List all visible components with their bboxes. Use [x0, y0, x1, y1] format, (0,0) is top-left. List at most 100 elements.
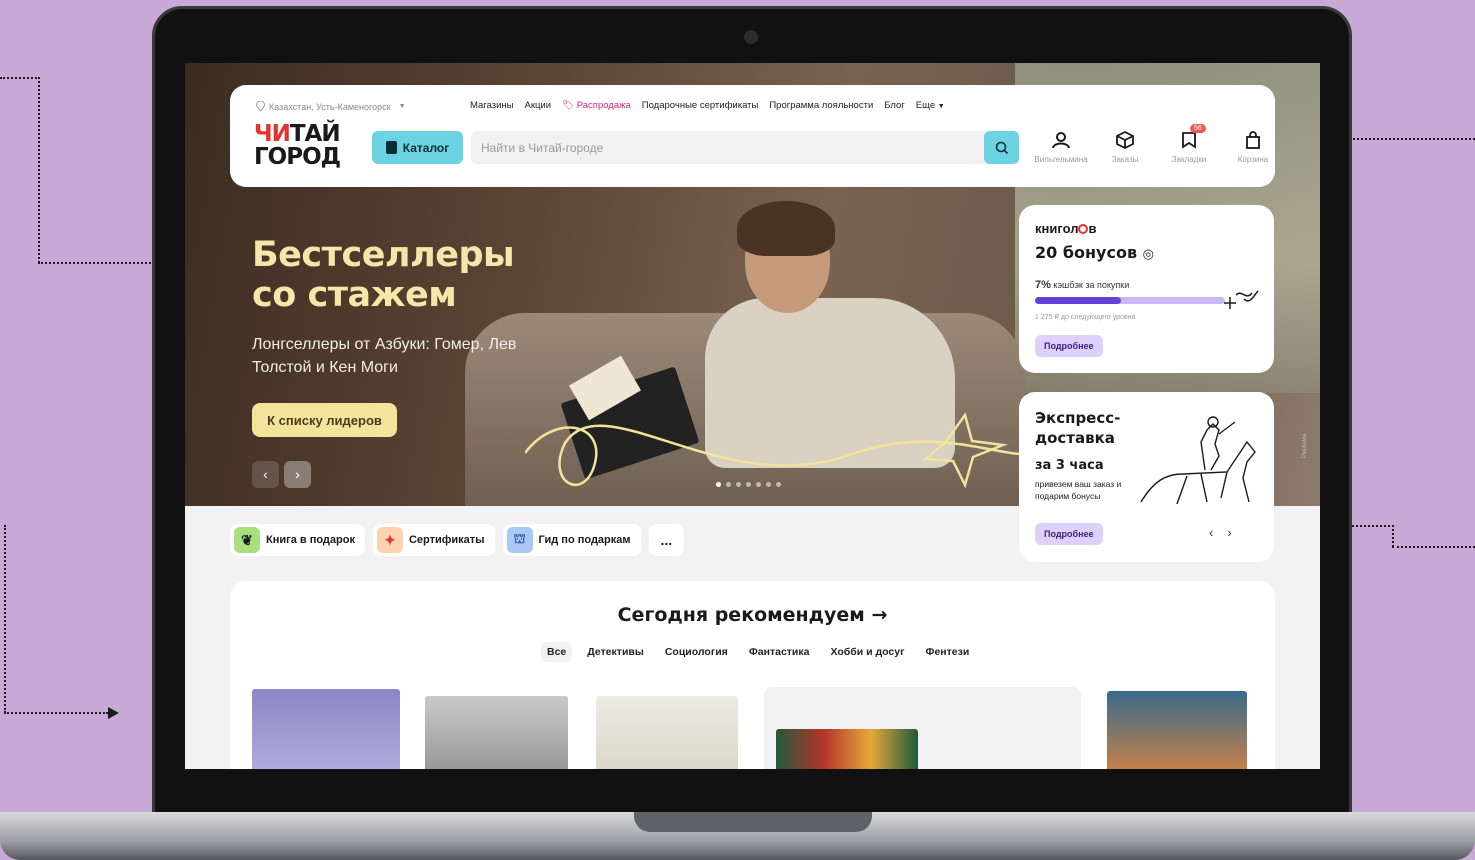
hero-subtitle: Лонгселлеры от Азбуки: Гомер, Лев Толсто… — [252, 336, 517, 376]
location-selector[interactable]: Казахстан, Усть-Каменогорск ▼ — [256, 101, 406, 112]
quick-links: ❦ Книга в подарок ✦ Сертификаты ⛫ Гид по… — [230, 524, 685, 556]
book-cover[interactable] — [1107, 691, 1247, 769]
bonus-progress-fill — [1035, 297, 1121, 304]
chip-gift-book[interactable]: ❦ Книга в подарок — [230, 524, 365, 556]
catalog-label: Каталог — [402, 140, 450, 155]
chip-gift-guide[interactable]: ⛫ Гид по подаркам — [502, 524, 641, 556]
cashback-info: 7% кэшбэк за покупки — [1035, 279, 1129, 291]
annotation-line — [0, 77, 40, 79]
location-label: Казахстан, Усть-Каменогорск — [269, 101, 391, 112]
book-cover[interactable] — [596, 696, 738, 769]
tab-sociology[interactable]: Социология — [659, 642, 734, 662]
pagination-dot[interactable] — [776, 482, 781, 487]
fly-icon — [1224, 290, 1259, 309]
bookmark-icon — [1182, 132, 1196, 149]
leaf-icon: ❦ — [234, 527, 260, 553]
chip-label: Сертификаты — [408, 534, 485, 546]
star-icon: ✦ — [376, 527, 403, 553]
bonus-brand-b: в — [1088, 221, 1097, 236]
cart-button[interactable]: Корзина — [1227, 130, 1279, 164]
delivery-details-button[interactable]: Подробнее — [1035, 523, 1103, 545]
location-pin-icon — [256, 101, 265, 112]
chevron-down-icon: ▼ — [937, 103, 945, 110]
book-icon — [385, 141, 397, 154]
bonus-amount: 20 бонусов ◎ — [1035, 243, 1154, 262]
nav-blog[interactable]: Блог — [884, 100, 905, 111]
delivery-carousel-nav: ‹ › — [1209, 525, 1232, 540]
pagination-dot[interactable] — [736, 482, 741, 487]
nav-promotions[interactable]: Акции — [524, 100, 551, 111]
book-cover[interactable] — [776, 729, 918, 769]
catalog-button[interactable]: Каталог — [372, 131, 463, 164]
annotation-line — [1392, 525, 1394, 547]
knight-horse-icon — [1140, 416, 1256, 505]
annotation-line — [1392, 546, 1475, 548]
top-navigation: Магазины Акции 🏷 Распродажа Подарочные с… — [470, 100, 945, 111]
hero-title-line2: со стажем — [252, 275, 457, 315]
bag-icon — [1246, 131, 1260, 149]
gift-icon: ⛫ — [506, 527, 533, 553]
recommendations-title[interactable]: Сегодня рекомендуем → — [230, 604, 1275, 626]
nav-loyalty[interactable]: Программа лояльности — [769, 100, 873, 111]
chip-certificates[interactable]: ✦ Сертификаты — [372, 524, 495, 556]
annotation-line — [38, 77, 40, 263]
delivery-card[interactable]: Экспресс-доставка за 3 часа привезем ваш… — [1019, 392, 1274, 562]
pagination-dot[interactable] — [716, 482, 721, 487]
delivery-time: за 3 часа — [1035, 458, 1104, 473]
book-cover[interactable] — [425, 696, 568, 769]
profile-label: Вильгельмина — [1034, 155, 1088, 164]
laptop-notch — [634, 812, 872, 832]
tab-sci-fi[interactable]: Фантастика — [743, 642, 816, 662]
nav-sale[interactable]: 🏷 Распродажа — [562, 100, 631, 111]
brand-o-icon — [1078, 224, 1089, 234]
search-input[interactable] — [471, 131, 1019, 164]
coin-icon: ◎ — [1142, 247, 1155, 262]
hero-prev-button[interactable]: ‹ — [252, 461, 279, 488]
site-logo[interactable]: ЧИТАЙ ГОРОД — [254, 123, 341, 169]
nav-sale-label: Распродажа — [576, 100, 631, 111]
recommendations-section: Сегодня рекомендуем → Все Детективы Соци… — [230, 581, 1275, 769]
pagination-dot[interactable] — [726, 482, 731, 487]
cashback-percent: 7% — [1035, 279, 1051, 291]
pagination-dot[interactable] — [766, 482, 771, 487]
chevron-down-icon: ▼ — [398, 103, 406, 110]
camera-icon — [744, 30, 758, 44]
chip-more-button[interactable]: ... — [648, 524, 685, 556]
tab-detectives[interactable]: Детективы — [581, 642, 650, 662]
orders-label: Заказы — [1111, 155, 1139, 164]
hero-star-swirl — [525, 412, 1045, 489]
pagination-dot[interactable] — [746, 482, 751, 487]
box-icon — [1116, 130, 1134, 150]
chevron-right-icon[interactable]: › — [1227, 525, 1231, 540]
chevron-left-icon[interactable]: ‹ — [1209, 525, 1213, 540]
hero-next-button[interactable]: › — [284, 461, 311, 488]
nav-more[interactable]: Еще ▼ — [916, 100, 945, 111]
nav-stores[interactable]: Магазины — [470, 100, 513, 111]
delivery-text: привезем ваш заказ и подарим бонусы — [1035, 479, 1122, 501]
tab-all[interactable]: Все — [541, 642, 573, 662]
hero-title: Бестселлеры со стажем — [252, 235, 572, 315]
bookmarks-label: Закладки — [1171, 155, 1207, 164]
bonus-details-button[interactable]: Подробнее — [1035, 335, 1103, 357]
cart-label: Корзина — [1237, 155, 1269, 164]
ad-label: Реклама — [1302, 433, 1309, 459]
orders-button[interactable]: Заказы — [1099, 130, 1151, 164]
chip-label: Книга в подарок — [266, 534, 355, 546]
bookmarks-button[interactable]: 56 Закладки — [1163, 124, 1215, 164]
hero-cta-button[interactable]: К списку лидеров — [252, 403, 397, 437]
pagination-dot[interactable] — [756, 482, 761, 487]
profile-button[interactable]: Вильгельмина — [1034, 130, 1088, 164]
cashback-text: кэшбэк за покупки — [1053, 280, 1130, 290]
tab-fantasy[interactable]: Фентези — [919, 642, 975, 662]
browser-screen: Бестселлеры со стажем Лонгселлеры от Азб… — [185, 63, 1320, 769]
search-button[interactable] — [984, 131, 1019, 164]
tab-hobby[interactable]: Хобби и досуг — [824, 642, 910, 662]
bonus-amount-text: 20 бонусов — [1035, 243, 1138, 262]
bonus-card[interactable]: книгол в 20 бонусов ◎ 7% кэшбэк за покупк… — [1019, 205, 1274, 373]
hero-pagination[interactable] — [716, 482, 781, 487]
nav-gift-certificates[interactable]: Подарочные сертификаты — [642, 100, 759, 111]
hero-title-line1: Бестселлеры — [252, 235, 515, 275]
book-cover[interactable] — [252, 689, 400, 769]
nav-more-label: Еще — [915, 100, 936, 111]
recommendations-tabs: Все Детективы Социология Фантастика Хобб… — [541, 642, 975, 662]
